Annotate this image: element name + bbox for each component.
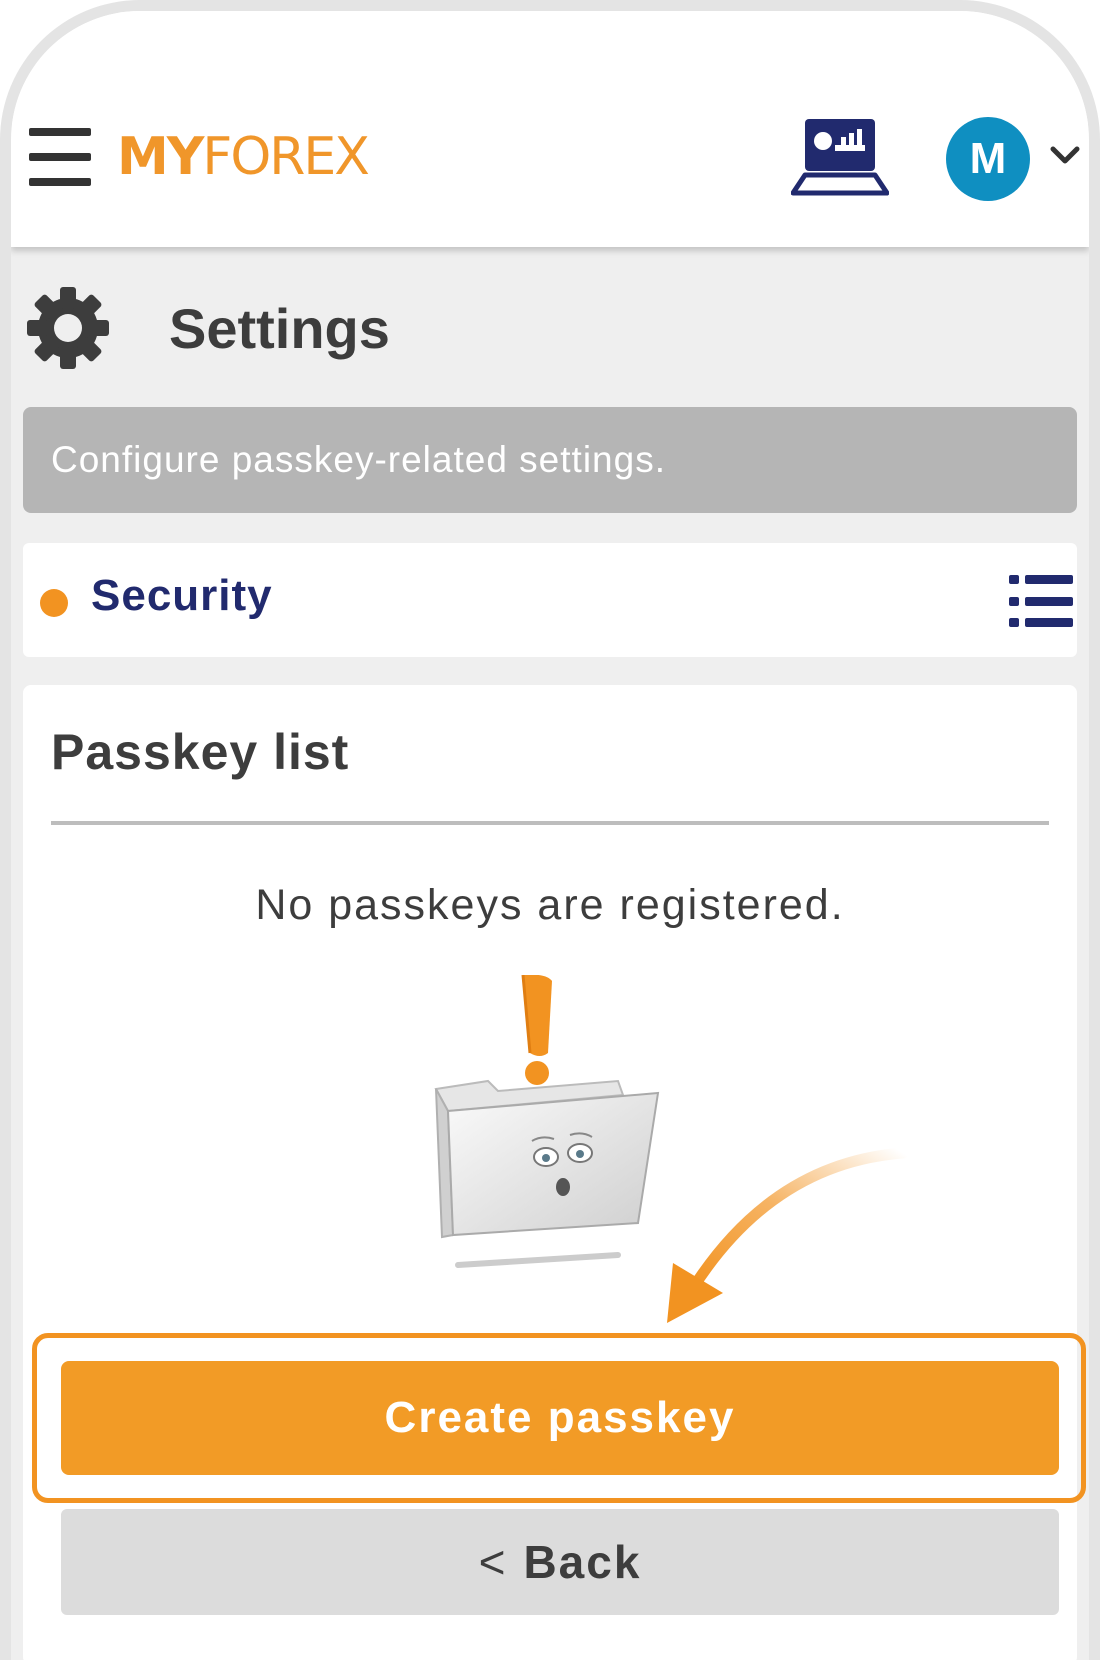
passkey-list-heading: Passkey list xyxy=(51,724,350,780)
section-dot xyxy=(40,589,68,617)
menu-icon[interactable] xyxy=(29,128,91,188)
app-header: MYFOREX M xyxy=(11,11,1089,247)
passkey-card: Passkey list No passkeys are registered. xyxy=(23,685,1086,1660)
banner-text: Configure passkey-related settings. xyxy=(51,439,666,480)
phone-frame: MYFOREX M Settings Configure passkey-rel… xyxy=(0,0,1100,1660)
platform-monitor-icon[interactable] xyxy=(791,115,889,199)
logo-rest-part: FOREX xyxy=(202,127,369,187)
section-label: Security xyxy=(91,571,273,620)
back-label: Back xyxy=(523,1536,642,1588)
chevron-down-icon[interactable] xyxy=(1048,143,1082,167)
info-banner: Configure passkey-related settings. xyxy=(23,407,1077,513)
list-icon[interactable] xyxy=(1009,573,1073,629)
main-content: Settings Configure passkey-related setti… xyxy=(11,247,1089,1660)
page-title: Settings xyxy=(169,296,390,360)
empty-message: No passkeys are registered. xyxy=(255,881,845,929)
exclamation-icon xyxy=(521,975,552,1085)
create-passkey-label: Create passkey xyxy=(384,1393,736,1442)
avatar-initial: M xyxy=(969,134,1007,183)
curved-arrow xyxy=(667,1147,909,1323)
back-chevron-icon: < xyxy=(478,1536,508,1588)
divider xyxy=(51,821,1049,825)
gear-icon xyxy=(27,287,109,369)
avatar[interactable]: M xyxy=(946,117,1030,201)
logo-bold-part: MY xyxy=(117,127,204,187)
brand-logo[interactable]: MYFOREX xyxy=(117,127,370,187)
section-bar[interactable]: Security xyxy=(23,543,1077,657)
page-header: Settings xyxy=(23,283,390,373)
back-button[interactable]: < Back xyxy=(61,1509,1059,1615)
folder-illustration xyxy=(434,975,660,1268)
create-passkey-button[interactable]: Create passkey xyxy=(61,1361,1059,1475)
